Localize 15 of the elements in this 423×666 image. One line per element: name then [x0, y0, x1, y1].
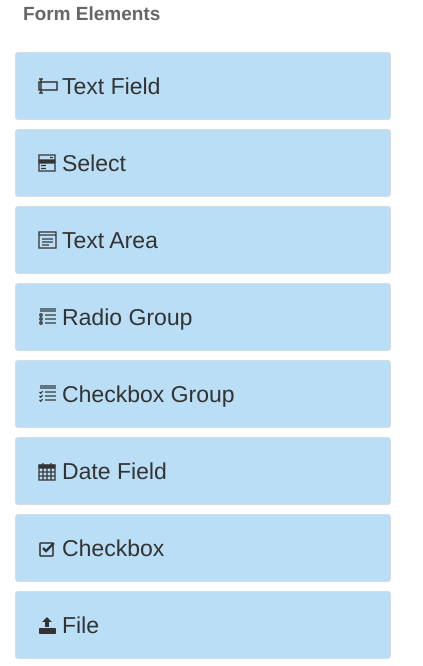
form-element-item[interactable]: Text Area	[15, 206, 391, 274]
form-element-item[interactable]: Checkbox	[15, 514, 391, 582]
form-element-item[interactable]: Date Field	[15, 437, 391, 505]
checklist-icon	[36, 383, 58, 405]
dropdown-list-icon	[36, 152, 58, 174]
radio-list-icon	[36, 306, 58, 328]
calendar-icon	[36, 460, 58, 482]
form-element-item[interactable]: Text Field	[15, 52, 391, 120]
upload-icon	[36, 614, 58, 636]
form-element-item[interactable]: Radio Group	[15, 283, 391, 351]
form-element-item[interactable]: Select	[15, 129, 391, 197]
form-element-item[interactable]: Checkbox Group	[15, 360, 391, 428]
section-title: Form Elements	[23, 3, 162, 27]
form-element-item[interactable]: File	[15, 591, 391, 659]
text-area-icon	[36, 229, 58, 251]
